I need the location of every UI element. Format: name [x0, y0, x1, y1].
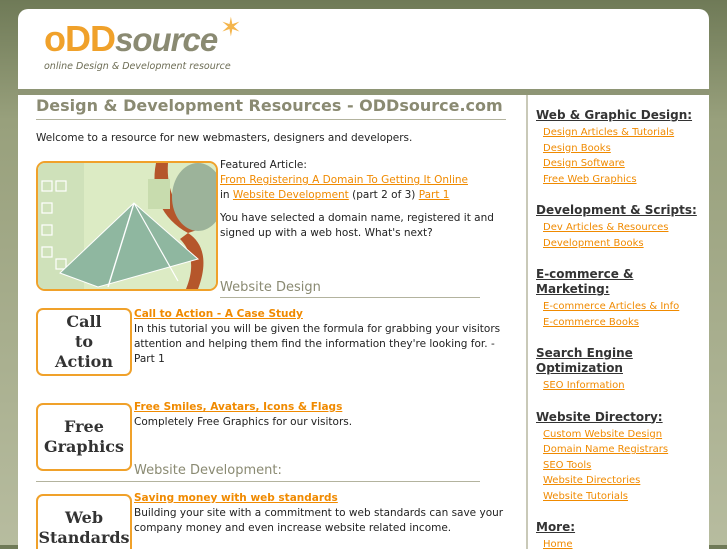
sidebar-heading[interactable]: Development & Scripts: [536, 203, 709, 218]
sidebar-link[interactable]: E-commerce Books [543, 315, 709, 331]
sidebar-link[interactable]: Design Articles & Tutorials [543, 125, 709, 141]
column-divider [526, 95, 528, 549]
logo-tagline: online Design & Development resource [44, 61, 231, 72]
sidebar-link[interactable]: Website Directories [543, 473, 709, 489]
article-item: Saving money with web standards Building… [134, 491, 504, 536]
thumb-text: Call [66, 312, 102, 331]
sidebar-group-seo: Search Engine Optimization SEO Informati… [536, 346, 709, 394]
sidebar-link[interactable]: Dev Articles & Resources [543, 220, 709, 236]
sidebar-link[interactable]: E-commerce Articles & Info [543, 299, 709, 315]
featured-article: Featured Article: From Registering A Dom… [220, 158, 510, 241]
thumb-text: Web [64, 508, 104, 527]
header: oDDsource ✶ online Design & Development … [18, 9, 709, 89]
sidebar-link[interactable]: Design Software [543, 156, 709, 172]
section-divider [220, 297, 480, 298]
sidebar-group-ecommerce: E-commerce & Marketing: E-commerce Artic… [536, 267, 709, 330]
logo-source: source [115, 21, 218, 58]
sidebar-heading[interactable]: Website Directory: [536, 410, 709, 425]
sidebar-group-website-directory: Website Directory: Custom Website Design… [536, 410, 709, 505]
sidebar-heading[interactable]: E-commerce & Marketing: [536, 267, 709, 297]
sidebar-link[interactable]: Design Books [543, 141, 709, 157]
featured-category-link[interactable]: Website Development [233, 189, 349, 201]
free-graphics-thumbnail[interactable]: Free Graphics [36, 403, 132, 471]
article-title-link[interactable]: Call to Action - A Case Study [134, 308, 303, 320]
page: oDDsource ✶ online Design & Development … [18, 9, 709, 549]
thumb-text: to [74, 332, 94, 351]
star-icon: ✶ [220, 13, 242, 43]
section-divider [36, 481, 480, 482]
featured-in-text: in [220, 189, 230, 201]
sidebar-link[interactable]: Website Tutorials [543, 489, 709, 505]
featured-article-image[interactable] [36, 161, 218, 291]
article-title-link[interactable]: Free Smiles, Avatars, Icons & Flags [134, 401, 342, 413]
welcome-text: Welcome to a resource for new webmasters… [36, 132, 413, 144]
main-content: Design & Development Resources - ODDsour… [18, 95, 526, 549]
thumb-text: Standards [38, 528, 130, 547]
featured-article-link[interactable]: From Registering A Domain To Getting It … [220, 174, 468, 186]
logo-odd: oDD [44, 18, 116, 59]
sidebar-heading[interactable]: Search Engine Optimization [536, 346, 709, 376]
article-item: Call to Action - A Case Study In this tu… [134, 307, 504, 367]
web-standards-thumbnail[interactable]: Web Standards [36, 494, 132, 549]
sidebar-heading[interactable]: Web & Graphic Design: [536, 108, 709, 123]
sidebar-link[interactable]: SEO Tools [543, 458, 709, 474]
page-title: Design & Development Resources - ODDsour… [36, 96, 503, 115]
sidebar-link[interactable]: Custom Website Design [543, 427, 709, 443]
section-heading-website-design: Website Design [220, 280, 321, 295]
call-to-action-thumbnail[interactable]: Call to Action [36, 308, 132, 376]
featured-illustration [38, 163, 216, 289]
article-description: In this tutorial you will be given the f… [134, 323, 501, 365]
article-item: Free Smiles, Avatars, Icons & Flags Comp… [134, 400, 504, 430]
sidebar-link[interactable]: Development Books [543, 236, 709, 252]
article-description: Building your site with a commitment to … [134, 507, 504, 534]
featured-part-text: (part 2 of 3) [352, 189, 416, 201]
logo-wordmark: oDDsource [44, 21, 231, 58]
sidebar-link[interactable]: Domain Name Registrars [543, 442, 709, 458]
article-description: Completely Free Graphics for our visitor… [134, 416, 353, 428]
title-divider [36, 119, 506, 120]
sidebar: Web & Graphic Design: Design Articles & … [536, 108, 709, 549]
thumb-text: Action [55, 352, 113, 371]
article-title-link[interactable]: Saving money with web standards [134, 492, 338, 504]
sidebar-link[interactable]: Free Web Graphics [543, 172, 709, 188]
featured-part1-link[interactable]: Part 1 [419, 189, 450, 201]
sidebar-link-home[interactable]: Home [543, 537, 709, 549]
site-logo[interactable]: oDDsource ✶ online Design & Development … [44, 13, 242, 72]
section-heading-website-development: Website Development: [134, 463, 282, 478]
sidebar-group-development: Development & Scripts: Dev Articles & Re… [536, 203, 709, 251]
thumb-text: Graphics [43, 437, 125, 456]
featured-summary: You have selected a domain name, registe… [220, 212, 494, 239]
sidebar-link[interactable]: SEO Information [543, 378, 709, 394]
sidebar-group-web-graphic-design: Web & Graphic Design: Design Articles & … [536, 108, 709, 187]
sidebar-heading[interactable]: More: [536, 520, 709, 535]
thumb-text: Free [64, 417, 104, 436]
featured-label: Featured Article: [220, 159, 307, 171]
